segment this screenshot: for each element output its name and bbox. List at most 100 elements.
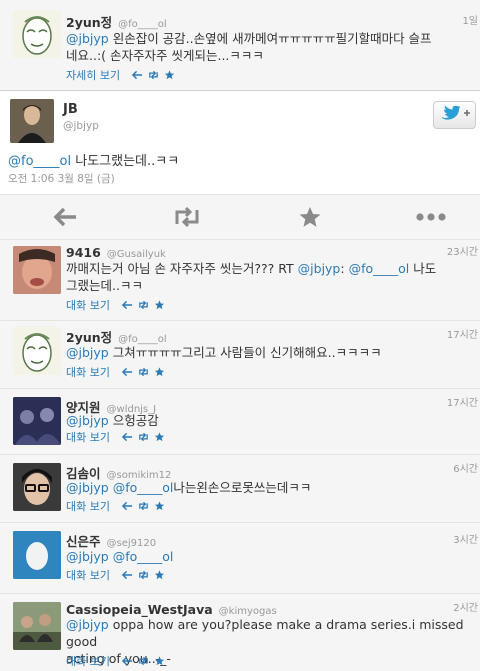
favorite-icon[interactable] xyxy=(164,70,175,80)
tweet-top: 2yun정 @fo____ol 1일 @jbjyp 왼손잡이 공감..손옆에 새까… xyxy=(0,0,480,90)
reply-tweet: 양지원 @wldnjs_J 17시간 @jbjyp 으헝공감 대화 보기 xyxy=(0,388,480,454)
view-conversation-link[interactable]: 대화 보기 xyxy=(66,498,110,514)
tweet-actions: 대화 보기 xyxy=(66,297,165,313)
tweet-time[interactable]: 3시간 xyxy=(453,531,478,546)
retweet-icon[interactable] xyxy=(138,432,149,442)
view-conversation-link[interactable]: 대화 보기 xyxy=(66,429,110,445)
mini-action-icons xyxy=(121,570,165,580)
author-name[interactable]: 2yun정 @fo____ol xyxy=(66,12,167,31)
mention-link[interactable]: @jbjyp xyxy=(66,413,109,428)
tweet-text: @jbjyp 왼손잡이 공감..손옆에 새까메여ㅠㅠㅠㅠㅠ필기할때마다 슬프 네… xyxy=(66,30,474,64)
reply-tweet: Cassiopeia_WestJava @kimyogas 2시간 @jbjyp … xyxy=(0,593,480,671)
reply-icon[interactable] xyxy=(121,432,133,442)
mention-link[interactable]: @jbjyp xyxy=(66,617,109,632)
retweet-icon[interactable] xyxy=(138,570,149,580)
main-tweet-text: @fo____ol 나도그랬는데..ㅋㅋ xyxy=(8,150,179,169)
author-name-text[interactable]: 신은주 xyxy=(66,534,101,549)
favorite-icon[interactable] xyxy=(297,205,323,229)
tweet-text-part: 그쳐ㅠㅠㅠㅠ그리고 사람들이 신기해해요..ㅋㅋㅋㅋ xyxy=(108,345,382,360)
details-link[interactable]: 자세히 보기 xyxy=(66,67,120,83)
tweet-actions: 대화 보기 xyxy=(66,653,165,669)
author-name[interactable]: JB xyxy=(63,102,78,117)
author-name[interactable]: Cassiopeia_WestJava @kimyogas xyxy=(66,602,277,617)
mini-action-icons xyxy=(121,367,165,377)
tweet-text: @jbjyp @fo____ol xyxy=(66,548,474,565)
mention-link[interactable]: @jbjyp xyxy=(66,345,109,360)
author-name-text[interactable]: 2yun정 xyxy=(66,15,112,30)
author-handle[interactable]: @jbjyp xyxy=(63,120,99,132)
author-name-text[interactable]: 9416 xyxy=(66,245,101,260)
reply-icon[interactable] xyxy=(121,570,133,580)
tweet-text-line2: 네요..:( 손자주자주 씻게되는...ㅋㅋㅋ xyxy=(66,48,264,63)
mention-link[interactable]: @jbjyp xyxy=(66,549,109,564)
avatar[interactable] xyxy=(13,246,61,294)
retweet-icon[interactable] xyxy=(138,501,149,511)
favorite-icon[interactable] xyxy=(154,300,165,310)
reply-icon[interactable] xyxy=(121,300,133,310)
reply-icon[interactable] xyxy=(132,70,143,80)
reply-icon[interactable] xyxy=(53,205,79,229)
mention-link[interactable]: @fo____ol xyxy=(8,154,71,169)
view-conversation-link[interactable]: 대화 보기 xyxy=(66,297,110,313)
mention-link[interactable]: @fo____ol xyxy=(113,549,174,564)
tweet-text: 까매지는거 아님 손 자주자주 씻는거??? RT @jbjyp: @fo___… xyxy=(66,260,474,294)
reply-icon[interactable] xyxy=(121,367,133,377)
tweet-actions: 대화 보기 xyxy=(66,429,165,445)
more-icon[interactable] xyxy=(415,205,447,229)
tweet-text-part: 까매지는거 아님 손 자주자주 씻는거??? RT xyxy=(66,261,298,276)
main-tweet-timestamp[interactable]: 오전 1:06 3월 8일 (금) xyxy=(8,171,115,186)
follow-button[interactable] xyxy=(433,101,476,129)
tweet-text: @jbjyp @fo____ol나는왼손으로못쓰는데ㅋㅋ xyxy=(66,479,474,496)
mini-action-icons xyxy=(121,432,165,442)
tweet-actions: 대화 보기 xyxy=(66,364,165,380)
mini-action-icons xyxy=(132,70,175,80)
avatar[interactable] xyxy=(13,531,61,579)
view-conversation-link[interactable]: 대화 보기 xyxy=(66,653,110,669)
author-name-text[interactable]: Cassiopeia_WestJava xyxy=(66,602,213,617)
retweet-icon[interactable] xyxy=(148,70,159,80)
favorite-icon[interactable] xyxy=(154,656,165,666)
avatar[interactable] xyxy=(13,463,61,511)
mention-link[interactable]: @fo____ol xyxy=(349,261,410,276)
avatar[interactable] xyxy=(13,10,61,58)
reply-tweet: 김솜이 @somikim12 6시간 @jbjyp @fo____ol나는왼손으로… xyxy=(0,454,480,522)
favorite-icon[interactable] xyxy=(154,432,165,442)
retweet-icon[interactable] xyxy=(138,656,149,666)
avatar[interactable] xyxy=(13,602,61,650)
mini-action-icons xyxy=(121,501,165,511)
mention-link[interactable]: @jbjyp xyxy=(66,31,109,46)
tweet-time[interactable]: 1일 xyxy=(462,12,478,27)
retweet-icon[interactable] xyxy=(138,300,149,310)
favorite-icon[interactable] xyxy=(154,570,165,580)
twitter-bird-plus-icon xyxy=(441,106,470,120)
view-conversation-link[interactable]: 대화 보기 xyxy=(66,567,110,583)
avatar[interactable] xyxy=(10,99,54,143)
tweet-time[interactable]: 23시간 xyxy=(447,243,478,258)
tweet-text-part: 나는왼손으로못쓰는데ㅋㅋ xyxy=(173,480,312,495)
mention-link[interactable]: @jbjyp xyxy=(298,261,341,276)
reply-icon[interactable] xyxy=(121,501,133,511)
mention-link[interactable]: @jbjyp xyxy=(66,480,109,495)
tweet-action-bar xyxy=(0,194,480,239)
view-conversation-link[interactable]: 대화 보기 xyxy=(66,364,110,380)
author-handle[interactable]: @Gusailyuk xyxy=(107,249,166,260)
mention-link[interactable]: @fo____ol xyxy=(113,480,174,495)
tweet-actions: 대화 보기 xyxy=(66,567,165,583)
tweet-time[interactable]: 2시간 xyxy=(453,599,478,614)
retweet-icon[interactable] xyxy=(138,367,149,377)
reply-icon[interactable] xyxy=(121,656,133,666)
author-name[interactable]: 9416 @Gusailyuk xyxy=(66,245,166,260)
author-name-text[interactable]: 2yun정 xyxy=(66,330,112,345)
favorite-icon[interactable] xyxy=(154,501,165,511)
favorite-icon[interactable] xyxy=(154,367,165,377)
tweet-text-line2: 그랬는데..ㅋㅋ xyxy=(66,278,143,293)
retweet-icon[interactable] xyxy=(173,205,201,229)
tweet-time[interactable]: 6시간 xyxy=(453,460,478,475)
tweet-time[interactable]: 17시간 xyxy=(447,394,478,409)
tweet-text-part: oppa how are you?please make a drama ser… xyxy=(66,617,464,649)
reply-tweet: 2yun정 @fo____ol 17시간 @jbjyp 그쳐ㅠㅠㅠㅠ그리고 사람들… xyxy=(0,320,480,388)
tweet-time[interactable]: 17시간 xyxy=(447,326,478,341)
author-handle[interactable]: @fo____ol xyxy=(118,19,167,30)
avatar[interactable] xyxy=(13,397,61,445)
avatar[interactable] xyxy=(13,327,61,375)
